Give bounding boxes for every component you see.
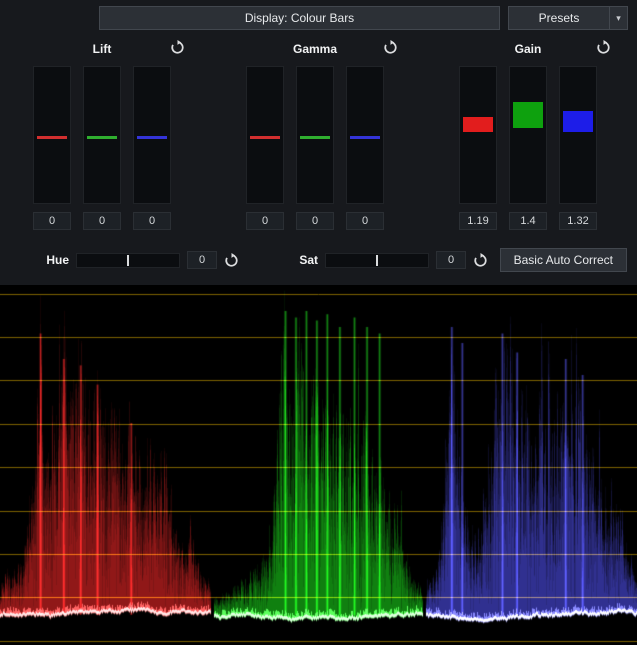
gain-red-handle[interactable]	[463, 117, 493, 132]
lift-blue-value[interactable]: 0	[133, 212, 171, 230]
presets-label: Presets	[509, 7, 609, 29]
gamma-blue-slider[interactable]	[346, 66, 384, 204]
gain-header: Gain	[459, 40, 597, 56]
hue-reset-icon[interactable]	[224, 253, 239, 268]
hue-slider[interactable]	[76, 253, 180, 268]
gamma-values: 0 0 0	[246, 212, 384, 230]
gain-sliders	[459, 66, 597, 204]
gamma-blue-value[interactable]: 0	[346, 212, 384, 230]
display-mode-button[interactable]: Display: Colour Bars	[99, 6, 500, 30]
gamma-green-handle[interactable]	[300, 136, 330, 139]
gamma-label: Gamma	[293, 42, 337, 56]
gain-green-value[interactable]: 1.4	[509, 212, 547, 230]
lift-reset-icon[interactable]	[170, 40, 185, 55]
gain-group: Gain 1.19 1.4 1.32	[459, 30, 597, 230]
chevron-down-icon[interactable]: ▾	[609, 7, 627, 29]
lift-sliders	[33, 66, 171, 204]
gamma-group: Gamma 0 0 0	[246, 30, 384, 230]
gamma-red-value[interactable]: 0	[246, 212, 284, 230]
gain-red-slider[interactable]	[459, 66, 497, 204]
gamma-red-slider[interactable]	[246, 66, 284, 204]
gain-values: 1.19 1.4 1.32	[459, 212, 597, 230]
lift-green-value[interactable]: 0	[83, 212, 121, 230]
hue-sat-row: Hue 0 Sat 0 Basic Auto Correct	[0, 248, 637, 272]
lift-gamma-gain-groups: Lift 0 0 0 Gamma	[0, 30, 637, 230]
gamma-blue-handle[interactable]	[350, 136, 380, 139]
lift-red-value[interactable]: 0	[33, 212, 71, 230]
sat-label: Sat	[277, 253, 325, 267]
basic-auto-correct-button[interactable]: Basic Auto Correct	[500, 248, 627, 272]
gamma-green-slider[interactable]	[296, 66, 334, 204]
gain-blue-handle[interactable]	[563, 111, 593, 132]
gamma-sliders	[246, 66, 384, 204]
lift-values: 0 0 0	[33, 212, 171, 230]
lift-label: Lift	[93, 42, 112, 56]
sat-slider[interactable]	[325, 253, 429, 268]
hue-value[interactable]: 0	[187, 251, 217, 269]
sat-slider-marker	[376, 255, 378, 266]
lift-red-slider[interactable]	[33, 66, 71, 204]
lift-blue-slider[interactable]	[133, 66, 171, 204]
lift-green-slider[interactable]	[83, 66, 121, 204]
hue-label: Hue	[28, 253, 76, 267]
gain-label: Gain	[515, 42, 542, 56]
lift-header: Lift	[33, 40, 171, 56]
lift-group: Lift 0 0 0	[33, 30, 171, 230]
gain-blue-value[interactable]: 1.32	[559, 212, 597, 230]
hue-slider-marker	[127, 255, 129, 266]
gain-red-value[interactable]: 1.19	[459, 212, 497, 230]
top-bar: Display: Colour Bars Presets ▾	[0, 0, 637, 30]
sat-value[interactable]: 0	[436, 251, 466, 269]
gamma-green-value[interactable]: 0	[296, 212, 334, 230]
gamma-reset-icon[interactable]	[383, 40, 398, 55]
rgb-waveform-scope	[0, 285, 637, 645]
presets-dropdown[interactable]: Presets ▾	[508, 6, 628, 30]
lift-green-handle[interactable]	[87, 136, 117, 139]
gain-green-handle[interactable]	[513, 102, 543, 128]
colour-correction-panel: Display: Colour Bars Presets ▾ Lift 0 0 …	[0, 0, 637, 285]
gamma-red-handle[interactable]	[250, 136, 280, 139]
gain-blue-slider[interactable]	[559, 66, 597, 204]
gamma-header: Gamma	[246, 40, 384, 56]
lift-red-handle[interactable]	[37, 136, 67, 139]
sat-reset-icon[interactable]	[473, 253, 488, 268]
gain-reset-icon[interactable]	[596, 40, 611, 55]
lift-blue-handle[interactable]	[137, 136, 167, 139]
gain-green-slider[interactable]	[509, 66, 547, 204]
